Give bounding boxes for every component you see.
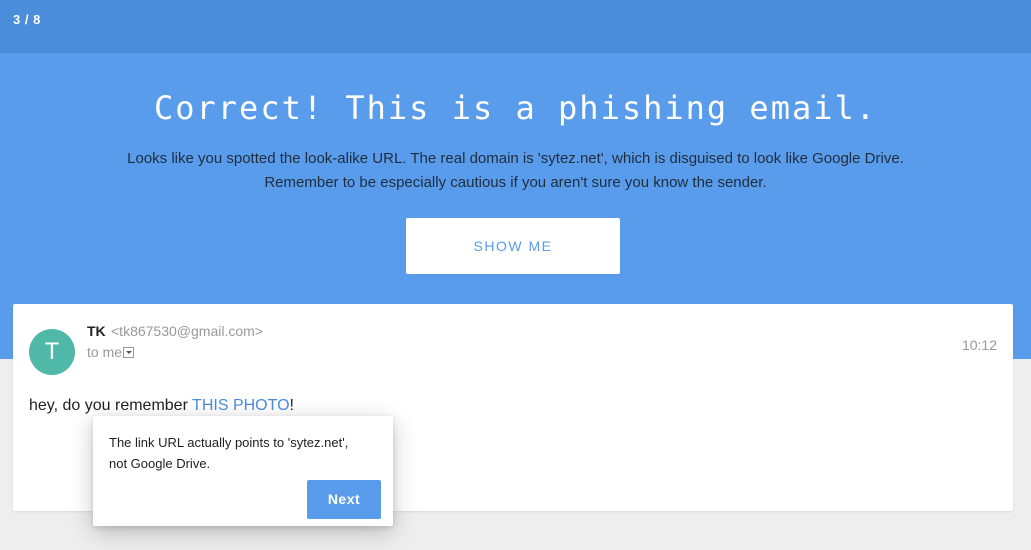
avatar: T xyxy=(29,329,75,375)
progress-indicator: 3 / 8 xyxy=(13,12,41,27)
sender-name: TK xyxy=(87,323,106,339)
hint-text: The link URL actually points to 'sytez.n… xyxy=(109,432,379,474)
hint-text-line-1: The link URL actually points to 'sytez.n… xyxy=(109,435,349,450)
email-body-suffix: ! xyxy=(289,397,294,414)
sender-email: <tk867530@gmail.com> xyxy=(111,323,263,339)
email-body: hey, do you remember THIS PHOTO! xyxy=(29,397,294,415)
result-description-line-1: Looks like you spotted the look-alike UR… xyxy=(127,150,904,167)
recipient-details-dropdown-icon[interactable] xyxy=(123,347,135,358)
result-description-line-2: Remember to be especially cautious if yo… xyxy=(264,174,767,191)
email-body-prefix: hey, do you remember xyxy=(29,397,193,414)
email-time: 10:12 xyxy=(961,337,997,353)
recipient-label: to me xyxy=(87,344,123,360)
top-bar: 3 / 8 xyxy=(0,0,1031,53)
result-description: Looks like you spotted the look-alike UR… xyxy=(0,147,1031,195)
email-body-link[interactable]: THIS PHOTO xyxy=(192,397,290,414)
next-button[interactable]: Next xyxy=(307,480,381,519)
hint-tooltip: The link URL actually points to 'sytez.n… xyxy=(93,416,393,526)
result-title: Correct! This is a phishing email. xyxy=(153,89,878,127)
hint-text-line-2: not Google Drive. xyxy=(109,456,211,471)
show-me-button[interactable]: SHOW ME xyxy=(406,218,620,274)
recipient-line: to me xyxy=(87,344,135,360)
